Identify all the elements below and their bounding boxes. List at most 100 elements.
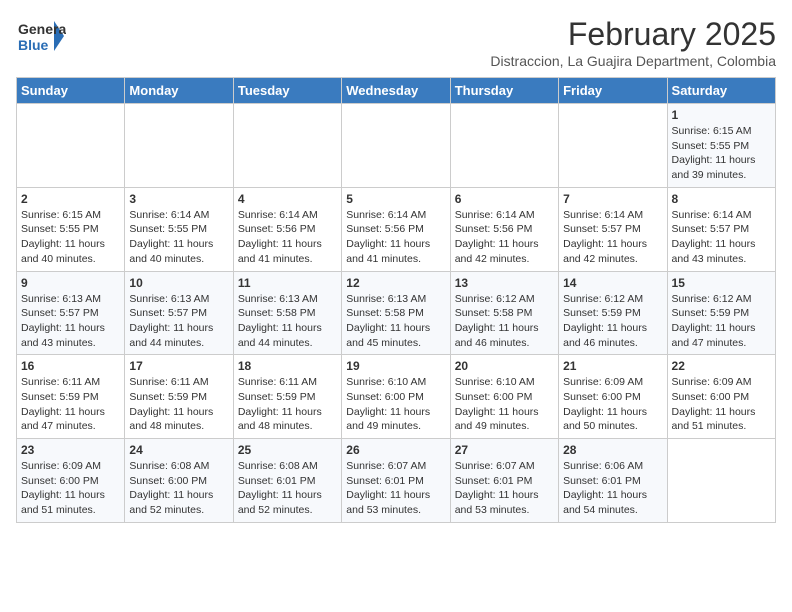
calendar-cell bbox=[559, 104, 667, 188]
day-number: 27 bbox=[455, 443, 554, 457]
day-info: Sunrise: 6:14 AM Sunset: 5:56 PM Dayligh… bbox=[346, 208, 445, 267]
calendar-cell: 4 Sunrise: 6:14 AM Sunset: 5:56 PM Daylig… bbox=[233, 187, 341, 271]
day-info: Sunrise: 6:09 AM Sunset: 6:00 PM Dayligh… bbox=[21, 459, 120, 518]
day-number: 3 bbox=[129, 192, 228, 206]
day-info: Sunrise: 6:11 AM Sunset: 5:59 PM Dayligh… bbox=[21, 375, 120, 434]
svg-text:Blue: Blue bbox=[18, 37, 49, 53]
day-info: Sunrise: 6:14 AM Sunset: 5:57 PM Dayligh… bbox=[563, 208, 662, 267]
day-info: Sunrise: 6:13 AM Sunset: 5:57 PM Dayligh… bbox=[21, 292, 120, 351]
day-number: 6 bbox=[455, 192, 554, 206]
calendar-cell bbox=[450, 104, 558, 188]
day-number: 23 bbox=[21, 443, 120, 457]
day-info: Sunrise: 6:07 AM Sunset: 6:01 PM Dayligh… bbox=[346, 459, 445, 518]
weekday-header-sunday: Sunday bbox=[17, 78, 125, 104]
day-info: Sunrise: 6:11 AM Sunset: 5:59 PM Dayligh… bbox=[238, 375, 337, 434]
calendar-cell bbox=[667, 439, 775, 523]
day-number: 20 bbox=[455, 359, 554, 373]
calendar-cell bbox=[125, 104, 233, 188]
weekday-header-thursday: Thursday bbox=[450, 78, 558, 104]
calendar-cell bbox=[342, 104, 450, 188]
day-info: Sunrise: 6:12 AM Sunset: 5:58 PM Dayligh… bbox=[455, 292, 554, 351]
calendar-cell: 3 Sunrise: 6:14 AM Sunset: 5:55 PM Daylig… bbox=[125, 187, 233, 271]
calendar-week-row: 9 Sunrise: 6:13 AM Sunset: 5:57 PM Daylig… bbox=[17, 271, 776, 355]
day-number: 15 bbox=[672, 276, 771, 290]
day-info: Sunrise: 6:13 AM Sunset: 5:58 PM Dayligh… bbox=[346, 292, 445, 351]
day-number: 8 bbox=[672, 192, 771, 206]
calendar-cell: 18 Sunrise: 6:11 AM Sunset: 5:59 PM Dayli… bbox=[233, 355, 341, 439]
day-info: Sunrise: 6:08 AM Sunset: 6:00 PM Dayligh… bbox=[129, 459, 228, 518]
day-number: 17 bbox=[129, 359, 228, 373]
logo-icon: GeneralBlue bbox=[16, 16, 66, 56]
calendar-cell bbox=[233, 104, 341, 188]
calendar-week-row: 16 Sunrise: 6:11 AM Sunset: 5:59 PM Dayli… bbox=[17, 355, 776, 439]
day-info: Sunrise: 6:10 AM Sunset: 6:00 PM Dayligh… bbox=[455, 375, 554, 434]
day-info: Sunrise: 6:11 AM Sunset: 5:59 PM Dayligh… bbox=[129, 375, 228, 434]
location: Distraccion, La Guajira Department, Colo… bbox=[490, 53, 776, 69]
calendar-cell: 21Sunrise: 6:09 AM Sunset: 6:00 PM Dayli… bbox=[559, 355, 667, 439]
day-info: Sunrise: 6:12 AM Sunset: 5:59 PM Dayligh… bbox=[672, 292, 771, 351]
calendar-cell bbox=[17, 104, 125, 188]
logo: GeneralBlue bbox=[16, 16, 66, 56]
day-number: 14 bbox=[563, 276, 662, 290]
calendar-cell: 15 Sunrise: 6:12 AM Sunset: 5:59 PM Dayli… bbox=[667, 271, 775, 355]
month-year: February 2025 bbox=[490, 16, 776, 53]
calendar-cell: 7 Sunrise: 6:14 AM Sunset: 5:57 PM Daylig… bbox=[559, 187, 667, 271]
calendar-cell: 25 Sunrise: 6:08 AM Sunset: 6:01 PM Dayli… bbox=[233, 439, 341, 523]
calendar-cell: 10Sunrise: 6:13 AM Sunset: 5:57 PM Dayli… bbox=[125, 271, 233, 355]
day-info: Sunrise: 6:09 AM Sunset: 6:00 PM Dayligh… bbox=[672, 375, 771, 434]
day-number: 24 bbox=[129, 443, 228, 457]
day-number: 28 bbox=[563, 443, 662, 457]
calendar-table: SundayMondayTuesdayWednesdayThursdayFrid… bbox=[16, 77, 776, 523]
day-number: 12 bbox=[346, 276, 445, 290]
day-info: Sunrise: 6:14 AM Sunset: 5:55 PM Dayligh… bbox=[129, 208, 228, 267]
day-number: 19 bbox=[346, 359, 445, 373]
calendar-cell: 2 Sunrise: 6:15 AM Sunset: 5:55 PM Daylig… bbox=[17, 187, 125, 271]
day-number: 7 bbox=[563, 192, 662, 206]
day-number: 22 bbox=[672, 359, 771, 373]
calendar-week-row: 1Sunrise: 6:15 AM Sunset: 5:55 PM Daylig… bbox=[17, 104, 776, 188]
weekday-header-friday: Friday bbox=[559, 78, 667, 104]
calendar-cell: 14Sunrise: 6:12 AM Sunset: 5:59 PM Dayli… bbox=[559, 271, 667, 355]
calendar-cell: 11 Sunrise: 6:13 AM Sunset: 5:58 PM Dayli… bbox=[233, 271, 341, 355]
day-number: 26 bbox=[346, 443, 445, 457]
day-number: 2 bbox=[21, 192, 120, 206]
calendar-week-row: 2 Sunrise: 6:15 AM Sunset: 5:55 PM Daylig… bbox=[17, 187, 776, 271]
calendar-cell: 19Sunrise: 6:10 AM Sunset: 6:00 PM Dayli… bbox=[342, 355, 450, 439]
day-info: Sunrise: 6:15 AM Sunset: 5:55 PM Dayligh… bbox=[21, 208, 120, 267]
calendar-cell: 6 Sunrise: 6:14 AM Sunset: 5:56 PM Daylig… bbox=[450, 187, 558, 271]
calendar-cell: 8Sunrise: 6:14 AM Sunset: 5:57 PM Daylig… bbox=[667, 187, 775, 271]
day-number: 13 bbox=[455, 276, 554, 290]
day-info: Sunrise: 6:09 AM Sunset: 6:00 PM Dayligh… bbox=[563, 375, 662, 434]
day-number: 16 bbox=[21, 359, 120, 373]
svg-text:General: General bbox=[18, 21, 66, 37]
weekday-header-tuesday: Tuesday bbox=[233, 78, 341, 104]
calendar-cell: 16 Sunrise: 6:11 AM Sunset: 5:59 PM Dayli… bbox=[17, 355, 125, 439]
day-info: Sunrise: 6:08 AM Sunset: 6:01 PM Dayligh… bbox=[238, 459, 337, 518]
calendar-cell: 17 Sunrise: 6:11 AM Sunset: 5:59 PM Dayli… bbox=[125, 355, 233, 439]
weekday-header-row: SundayMondayTuesdayWednesdayThursdayFrid… bbox=[17, 78, 776, 104]
weekday-header-saturday: Saturday bbox=[667, 78, 775, 104]
day-info: Sunrise: 6:14 AM Sunset: 5:56 PM Dayligh… bbox=[238, 208, 337, 267]
weekday-header-monday: Monday bbox=[125, 78, 233, 104]
page-header: GeneralBlue February 2025 Distraccion, L… bbox=[16, 16, 776, 69]
calendar-cell: 12 Sunrise: 6:13 AM Sunset: 5:58 PM Dayli… bbox=[342, 271, 450, 355]
calendar-cell: 23 Sunrise: 6:09 AM Sunset: 6:00 PM Dayli… bbox=[17, 439, 125, 523]
day-info: Sunrise: 6:14 AM Sunset: 5:56 PM Dayligh… bbox=[455, 208, 554, 267]
day-info: Sunrise: 6:06 AM Sunset: 6:01 PM Dayligh… bbox=[563, 459, 662, 518]
calendar-cell: 9 Sunrise: 6:13 AM Sunset: 5:57 PM Daylig… bbox=[17, 271, 125, 355]
day-number: 9 bbox=[21, 276, 120, 290]
calendar-cell: 5 Sunrise: 6:14 AM Sunset: 5:56 PM Daylig… bbox=[342, 187, 450, 271]
title-block: February 2025 Distraccion, La Guajira De… bbox=[490, 16, 776, 69]
day-info: Sunrise: 6:13 AM Sunset: 5:58 PM Dayligh… bbox=[238, 292, 337, 351]
day-number: 18 bbox=[238, 359, 337, 373]
calendar-cell: 1Sunrise: 6:15 AM Sunset: 5:55 PM Daylig… bbox=[667, 104, 775, 188]
day-number: 5 bbox=[346, 192, 445, 206]
calendar-cell: 28 Sunrise: 6:06 AM Sunset: 6:01 PM Dayli… bbox=[559, 439, 667, 523]
calendar-cell: 22 Sunrise: 6:09 AM Sunset: 6:00 PM Dayli… bbox=[667, 355, 775, 439]
weekday-header-wednesday: Wednesday bbox=[342, 78, 450, 104]
day-number: 4 bbox=[238, 192, 337, 206]
calendar-cell: 27Sunrise: 6:07 AM Sunset: 6:01 PM Dayli… bbox=[450, 439, 558, 523]
day-number: 1 bbox=[672, 108, 771, 122]
day-number: 25 bbox=[238, 443, 337, 457]
day-number: 11 bbox=[238, 276, 337, 290]
